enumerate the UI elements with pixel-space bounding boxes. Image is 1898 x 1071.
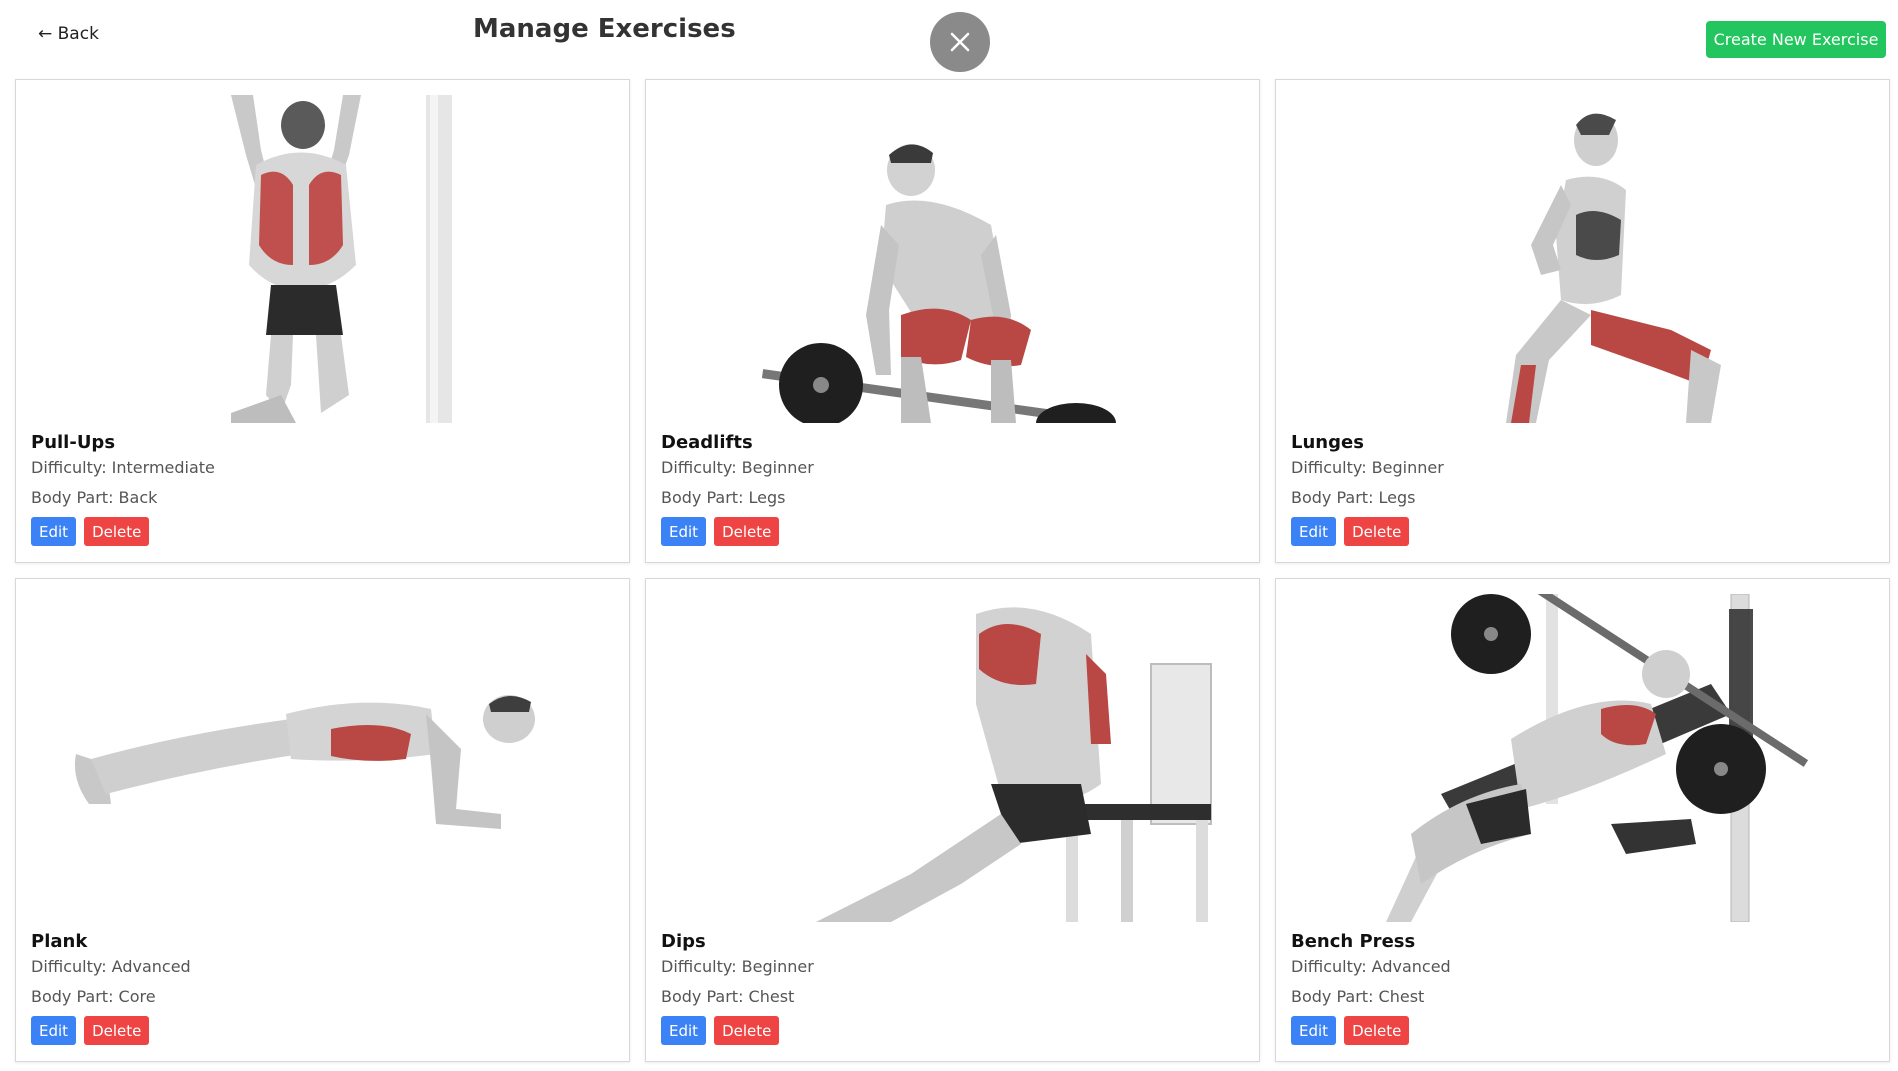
exercise-grid: Pull-Ups Difficulty: Intermediate Body P… [15, 79, 1890, 1062]
top-bar: ← Back Manage Exercises Create New Exerc… [0, 0, 1898, 78]
exercise-difficulty: Difficulty: Beginner [661, 458, 814, 477]
edit-button[interactable]: Edit [1291, 1016, 1337, 1045]
edit-button[interactable]: Edit [661, 1016, 707, 1045]
exercise-name: Plank [31, 931, 88, 952]
exercise-name: Bench Press [1291, 931, 1416, 952]
delete-button[interactable]: Delete [1344, 1016, 1410, 1045]
exercise-difficulty: Difficulty: Beginner [661, 957, 814, 976]
exercise-name: Lunges [1291, 432, 1364, 453]
pull-ups-illustration [31, 95, 616, 423]
delete-button[interactable]: Delete [714, 517, 780, 546]
delete-button[interactable]: Delete [714, 1016, 780, 1045]
lunges-illustration [1291, 95, 1876, 423]
exercise-card: Lunges Difficulty: Beginner Body Part: L… [1275, 79, 1890, 563]
deadlift-illustration [661, 95, 1246, 423]
edit-button[interactable]: Edit [1291, 517, 1337, 546]
create-new-exercise-button[interactable]: Create New Exercise [1706, 21, 1886, 58]
edit-button[interactable]: Edit [661, 517, 707, 546]
close-button[interactable] [930, 12, 990, 72]
edit-button[interactable]: Edit [31, 1016, 77, 1045]
exercise-card: Deadlifts Difficulty: Beginner Body Part… [645, 79, 1260, 563]
delete-button[interactable]: Delete [84, 1016, 150, 1045]
dips-illustration [661, 594, 1246, 922]
edit-button[interactable]: Edit [31, 517, 77, 546]
exercise-body-part: Body Part: Core [31, 987, 156, 1006]
plank-illustration [31, 594, 616, 922]
delete-button[interactable]: Delete [84, 517, 150, 546]
exercise-body-part: Body Part: Legs [661, 488, 786, 507]
exercise-card: Plank Difficulty: Advanced Body Part: Co… [15, 578, 630, 1062]
exercise-name: Deadlifts [661, 432, 753, 453]
exercise-card: Pull-Ups Difficulty: Intermediate Body P… [15, 79, 630, 563]
exercise-body-part: Body Part: Chest [661, 987, 795, 1006]
exercise-difficulty: Difficulty: Advanced [31, 957, 191, 976]
bench-press-illustration [1291, 594, 1876, 922]
exercise-card: Dips Difficulty: Beginner Body Part: Che… [645, 578, 1260, 1062]
exercise-body-part: Body Part: Legs [1291, 488, 1416, 507]
back-link[interactable]: ← Back [38, 24, 99, 44]
exercise-difficulty: Difficulty: Intermediate [31, 458, 215, 477]
exercise-difficulty: Difficulty: Beginner [1291, 458, 1444, 477]
exercise-name: Pull-Ups [31, 432, 116, 453]
delete-button[interactable]: Delete [1344, 517, 1410, 546]
back-label: ← Back [38, 24, 99, 44]
exercise-body-part: Body Part: Back [31, 488, 158, 507]
exercise-body-part: Body Part: Chest [1291, 987, 1425, 1006]
exercise-difficulty: Difficulty: Advanced [1291, 957, 1451, 976]
exercise-card: Bench Press Difficulty: Advanced Body Pa… [1275, 578, 1890, 1062]
close-icon [950, 32, 970, 52]
page-title: Manage Exercises [473, 14, 736, 44]
exercise-name: Dips [661, 931, 706, 952]
